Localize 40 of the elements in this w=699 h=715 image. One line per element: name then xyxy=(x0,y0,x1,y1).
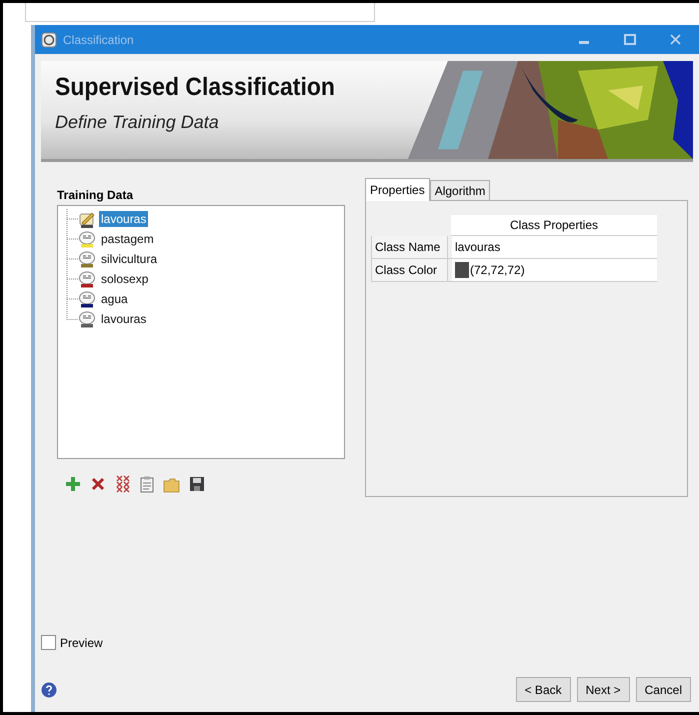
tree-connector xyxy=(66,209,78,229)
window-title: Classification xyxy=(63,32,134,46)
wizard-title: Supervised Classification xyxy=(55,73,336,102)
region-icon xyxy=(78,310,96,328)
wizard-button[interactable]: Cancel xyxy=(636,677,691,702)
tree-item[interactable]: silvicultura xyxy=(99,251,160,267)
tree-connector xyxy=(66,249,78,269)
delete-icon[interactable] xyxy=(90,476,106,492)
wizard-button[interactable]: Next > xyxy=(576,677,630,702)
tree-item[interactable]: lavouras xyxy=(99,211,148,227)
section-label: Training Data xyxy=(57,188,134,202)
tree-item[interactable]: agua xyxy=(99,291,130,307)
checkbox-label[interactable]: Preview xyxy=(60,636,103,650)
region-icon xyxy=(78,270,96,288)
delete-all-icon[interactable] xyxy=(115,475,131,493)
help-icon[interactable] xyxy=(41,682,57,698)
property-label: Class Color xyxy=(371,259,448,281)
preview-checkbox[interactable] xyxy=(41,635,56,650)
tree-item[interactable]: lavouras xyxy=(99,311,148,327)
table-header: Class Properties xyxy=(451,215,657,236)
region-icon xyxy=(78,250,96,268)
add-icon[interactable] xyxy=(65,476,81,492)
pencil-icon xyxy=(78,210,96,228)
property-value[interactable]: (72,72,72) xyxy=(470,263,525,277)
wizard-subtitle: Define Training Data xyxy=(55,112,220,133)
tab[interactable]: Properties xyxy=(365,178,430,201)
tree-connector xyxy=(66,229,78,249)
region-icon xyxy=(78,230,96,248)
wizard-button[interactable]: < Back xyxy=(516,677,571,702)
tree-item[interactable]: pastagem xyxy=(99,231,156,247)
region-icon xyxy=(78,290,96,308)
save-icon[interactable] xyxy=(189,476,205,492)
folder-icon[interactable] xyxy=(163,476,180,492)
property-value[interactable]: lavouras xyxy=(455,240,500,254)
tree-connector xyxy=(66,269,78,289)
tab[interactable]: Algorithm xyxy=(430,180,490,200)
app-icon xyxy=(41,32,57,48)
clipboard-icon[interactable] xyxy=(140,476,154,492)
property-label: Class Name xyxy=(371,236,448,258)
tree-item[interactable]: solosexp xyxy=(99,271,150,287)
